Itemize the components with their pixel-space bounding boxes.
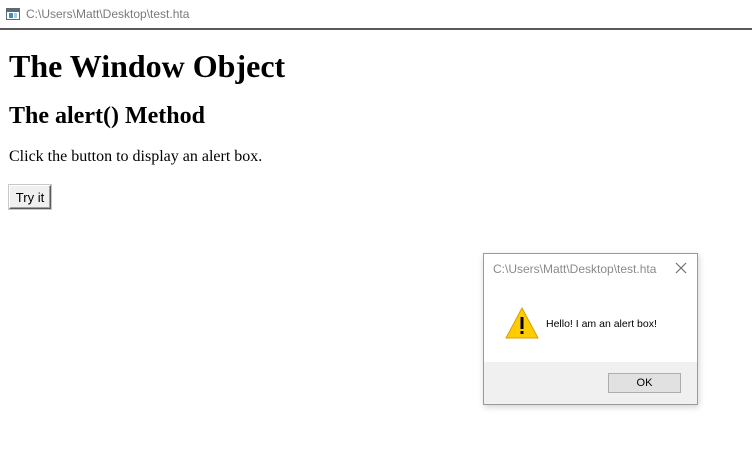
page-instructions: Click the button to display an alert box… [9, 148, 263, 165]
alert-message: Hello! I am an alert box! [546, 318, 657, 330]
window-titlebar: C:\Users\Matt\Desktop\test.hta [0, 0, 752, 30]
alert-footer: OK [484, 362, 697, 404]
warning-icon [505, 307, 539, 339]
close-icon[interactable] [674, 261, 688, 275]
hta-window-icon [6, 8, 20, 20]
window-title: C:\Users\Matt\Desktop\test.hta [26, 7, 190, 21]
alert-dialog: C:\Users\Matt\Desktop\test.hta Hello! I … [483, 253, 698, 405]
ok-button[interactable]: OK [608, 373, 681, 393]
alert-title: C:\Users\Matt\Desktop\test.hta [493, 262, 657, 276]
page-subheading: The alert() Method [9, 103, 205, 129]
try-it-button[interactable]: Try it [9, 185, 51, 209]
page-heading: The Window Object [9, 48, 286, 84]
